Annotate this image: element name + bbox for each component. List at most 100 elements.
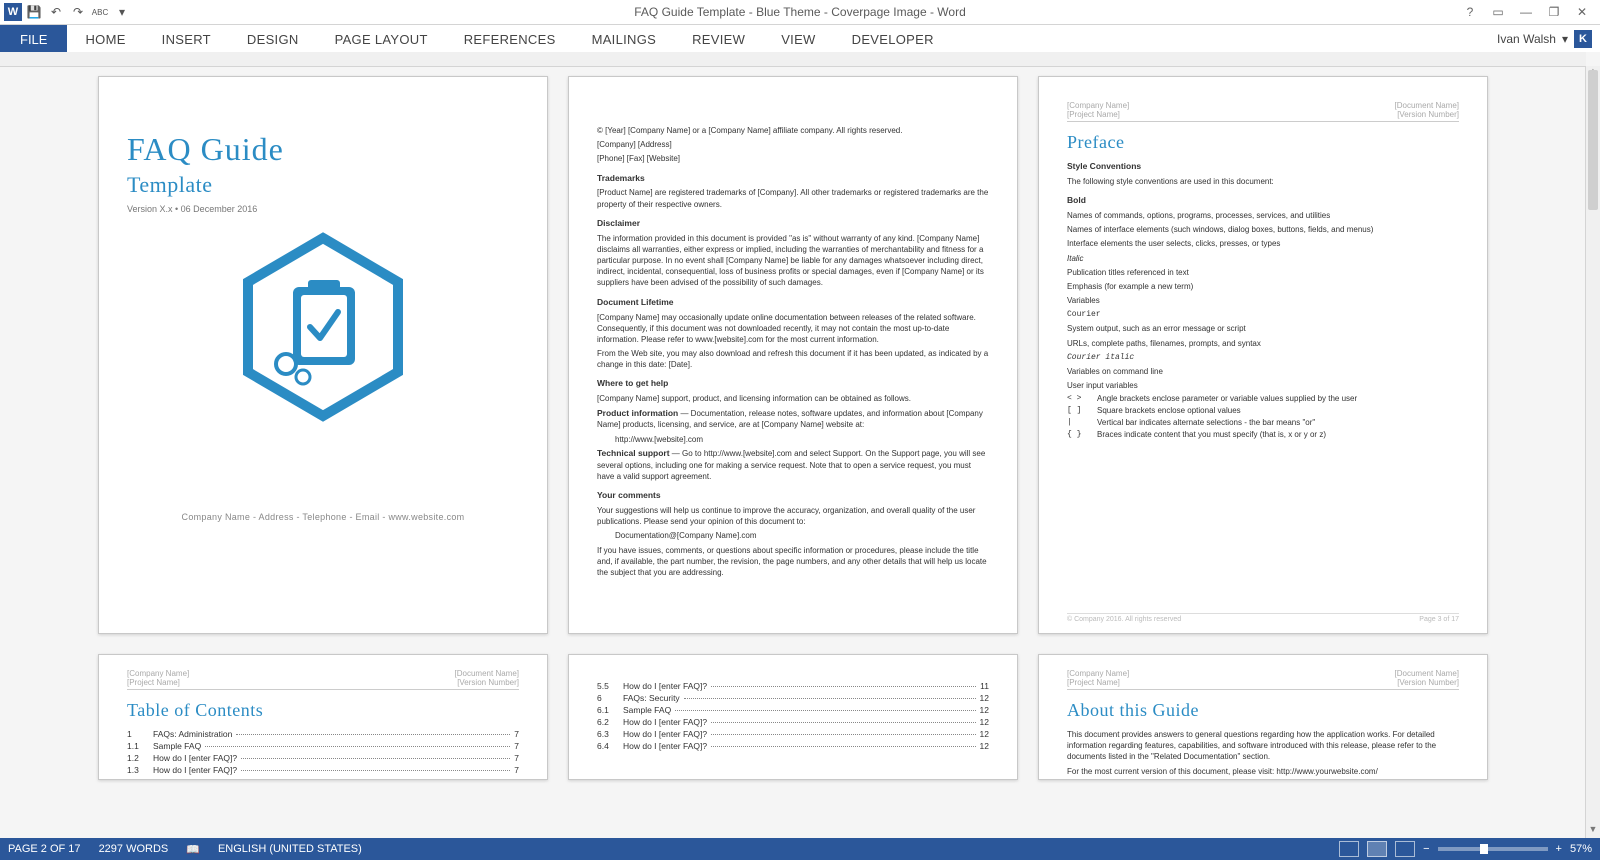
scroll-down-icon[interactable]: ▼ — [1586, 824, 1600, 838]
tab-insert[interactable]: INSERT — [144, 25, 229, 53]
doc-version: Version X.x • 06 December 2016 — [127, 204, 519, 214]
text-comments-2: If you have issues, comments, or questio… — [597, 545, 989, 579]
zoom-slider-thumb[interactable] — [1480, 844, 1488, 854]
page-about[interactable]: [Company Name][Project Name] [Document N… — [1038, 654, 1488, 780]
user-badge-icon: K — [1574, 30, 1592, 48]
cover-graphic — [127, 232, 519, 422]
view-read-mode-icon[interactable] — [1339, 841, 1359, 857]
user-name: Ivan Walsh — [1497, 32, 1556, 46]
heading-help: Where to get help — [597, 378, 989, 390]
doc-title: FAQ Guide — [127, 131, 519, 168]
ribbon-display-icon[interactable]: ▭ — [1486, 2, 1510, 22]
scroll-thumb[interactable] — [1588, 70, 1598, 210]
window-title: FAQ Guide Template - Blue Theme - Coverp… — [0, 5, 1600, 19]
page-header: [Company Name][Project Name] [Document N… — [1067, 101, 1459, 122]
about-title: About this Guide — [1067, 700, 1459, 721]
company-info-line: Company Name - Address - Telephone - Ema… — [127, 512, 519, 522]
conv-italic-3: Variables — [1067, 295, 1459, 306]
toc-row: 1.1Sample FAQ7 — [127, 741, 519, 751]
page-footer: © Company 2016. All rights reservedPage … — [1067, 613, 1459, 623]
toc-row: 6FAQs: Security12 — [597, 693, 989, 703]
tab-mailings[interactable]: MAILINGS — [574, 25, 675, 53]
undo-icon[interactable]: ↶ — [46, 2, 66, 22]
about-text-1: This document provides answers to genera… — [1067, 729, 1459, 763]
help-icon[interactable]: ? — [1458, 2, 1482, 22]
quick-access-toolbar: W 💾 ↶ ↷ ABC ▾ — [0, 2, 132, 22]
page-grid: FAQ Guide Template Version X.x • 06 Dece… — [0, 66, 1586, 790]
status-language[interactable]: ENGLISH (UNITED STATES) — [218, 843, 362, 855]
save-icon[interactable]: 💾 — [24, 2, 44, 22]
status-proofing-icon[interactable]: 📖 — [186, 843, 200, 856]
toc-row: 6.3How do I [enter FAQ]?12 — [597, 729, 989, 739]
toc-row: 6.1Sample FAQ12 — [597, 705, 989, 715]
prodinfo-line: Product information — Documentation, rel… — [597, 408, 989, 431]
symbol-row: |Vertical bar indicates alternate select… — [1067, 418, 1459, 427]
word-app-icon[interactable]: W — [4, 3, 22, 21]
horizontal-ruler[interactable] — [0, 52, 1586, 67]
zoom-slider[interactable] — [1438, 847, 1548, 851]
page-cover[interactable]: FAQ Guide Template Version X.x • 06 Dece… — [98, 76, 548, 634]
tab-review[interactable]: REVIEW — [674, 25, 763, 53]
tab-page-layout[interactable]: PAGE LAYOUT — [317, 25, 446, 53]
page-header: [Company Name][Project Name] [Document N… — [1067, 669, 1459, 690]
user-account[interactable]: Ivan Walsh ▾ K — [1497, 25, 1600, 53]
symbol-row: { }Braces indicate content that you must… — [1067, 430, 1459, 439]
toc-row: 6.2How do I [enter FAQ]?12 — [597, 717, 989, 727]
status-page[interactable]: PAGE 2 OF 17 — [8, 843, 81, 855]
text-lifetime-1: [Company Name] may occasionally update o… — [597, 312, 989, 346]
ribbon-tabs: FILE HOME INSERT DESIGN PAGE LAYOUT REFE… — [0, 25, 1600, 54]
toc-row: 1.3How do I [enter FAQ]?7 — [127, 765, 519, 775]
tab-home[interactable]: HOME — [67, 25, 143, 53]
heading-trademarks: Trademarks — [597, 173, 989, 185]
toc-row: 1.2How do I [enter FAQ]?7 — [127, 753, 519, 763]
view-print-layout-icon[interactable] — [1367, 841, 1387, 857]
tab-design[interactable]: DESIGN — [229, 25, 317, 53]
status-word-count[interactable]: 2297 WORDS — [99, 843, 169, 855]
document-workspace: ▲ ▼ FAQ Guide Template Version X.x • 06 … — [0, 52, 1600, 838]
conv-bold-1: Names of commands, options, programs, pr… — [1067, 210, 1459, 221]
conv-courier-italic-label: Courier italic — [1067, 352, 1459, 363]
vertical-scrollbar[interactable]: ▲ ▼ — [1585, 66, 1600, 838]
toc-row: 5.5How do I [enter FAQ]?11 — [597, 681, 989, 691]
status-bar: PAGE 2 OF 17 2297 WORDS 📖 ENGLISH (UNITE… — [0, 838, 1600, 860]
heading-lifetime: Document Lifetime — [597, 297, 989, 309]
copyright-line: © [Year] [Company Name] or a [Company Na… — [597, 125, 989, 136]
file-tab[interactable]: FILE — [0, 25, 67, 53]
zoom-in-button[interactable]: + — [1556, 843, 1562, 855]
conv-bold-2: Names of interface elements (such window… — [1067, 224, 1459, 235]
page-toc[interactable]: [Company Name][Project Name] [Document N… — [98, 654, 548, 780]
zoom-level[interactable]: 57% — [1570, 843, 1592, 855]
maximize-icon[interactable]: ❐ — [1542, 2, 1566, 22]
prodinfo-url: http://www.[website].com — [615, 434, 989, 445]
redo-icon[interactable]: ↷ — [68, 2, 88, 22]
style-intro: The following style conventions are used… — [1067, 176, 1459, 187]
titlebar: W 💾 ↶ ↷ ABC ▾ FAQ Guide Template - Blue … — [0, 0, 1600, 25]
tab-references[interactable]: REFERENCES — [446, 25, 574, 53]
conv-italic-2: Emphasis (for example a new term) — [1067, 281, 1459, 292]
conv-ci-2: User input variables — [1067, 380, 1459, 391]
about-text-2: For the most current version of this doc… — [1067, 766, 1459, 777]
heading-comments: Your comments — [597, 490, 989, 502]
conv-bold-label: Bold — [1067, 195, 1459, 207]
heading-style-conventions: Style Conventions — [1067, 161, 1459, 173]
minimize-icon[interactable]: — — [1514, 2, 1538, 22]
doc-email: Documentation@[Company Name].com — [615, 530, 989, 541]
text-trademarks: [Product Name] are registered trademarks… — [597, 187, 989, 209]
tab-view[interactable]: VIEW — [763, 25, 833, 53]
page-preface[interactable]: [Company Name][Project Name] [Document N… — [1038, 76, 1488, 634]
company-contact: [Phone] [Fax] [Website] — [597, 153, 989, 164]
symbol-row: < >Angle brackets enclose parameter or v… — [1067, 394, 1459, 403]
conv-courier-2: URLs, complete paths, filenames, prompts… — [1067, 338, 1459, 349]
conv-ci-1: Variables on command line — [1067, 366, 1459, 377]
close-icon[interactable]: ✕ — [1570, 2, 1594, 22]
zoom-out-button[interactable]: − — [1423, 843, 1429, 855]
doc-subtitle: Template — [127, 172, 519, 198]
spellcheck-icon[interactable]: ABC — [90, 2, 110, 22]
page-toc-cont[interactable]: 5.5How do I [enter FAQ]?11 6FAQs: Securi… — [568, 654, 1018, 780]
text-disclaimer: The information provided in this documen… — [597, 233, 989, 289]
tab-developer[interactable]: DEVELOPER — [834, 25, 952, 53]
text-comments-1: Your suggestions will help us continue t… — [597, 505, 989, 527]
view-web-layout-icon[interactable] — [1395, 841, 1415, 857]
qat-more-icon[interactable]: ▾ — [112, 2, 132, 22]
page-copyright[interactable]: © [Year] [Company Name] or a [Company Na… — [568, 76, 1018, 634]
